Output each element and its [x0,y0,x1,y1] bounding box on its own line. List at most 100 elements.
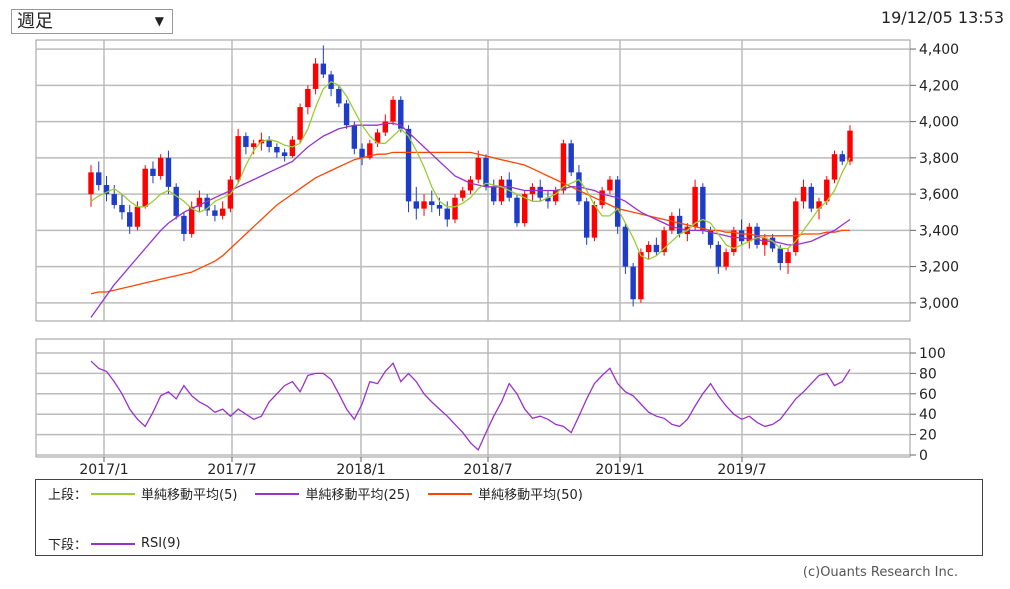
candle-body [188,206,195,234]
legend-item-sma25: 単純移動平均(25) [255,484,410,503]
legend-line-sma5 [91,492,136,495]
candle-body [847,130,853,162]
legend-text-sma25: 単純移動平均(25) [305,488,411,503]
legend-line-rsi [91,542,136,545]
rsi-tick-label: 40 [919,407,937,423]
candle-body [715,244,722,267]
candle-body [359,148,365,158]
candle-body [591,204,598,238]
candle-body [88,172,94,195]
candle-body [212,210,218,216]
candle-body [320,63,327,75]
candle [452,194,458,224]
candle-body [506,179,512,198]
price-tick-label: 3,400 [919,223,959,239]
candle [390,96,396,126]
candle-body [96,172,102,186]
legend-item-rsi: RSI(9) [91,536,181,551]
price-tick-label: 3,000 [919,296,959,312]
candle-body [653,244,660,253]
candle [568,139,574,176]
rsi-tick-label: 60 [919,387,937,403]
candle-body [638,252,644,300]
legend-line-sma25 [255,492,300,495]
candle-body [738,230,745,242]
candle [622,223,629,274]
candle-body [607,179,613,191]
candle [173,183,179,220]
candle-body [614,179,621,227]
candle [522,190,528,227]
candle-body [274,146,280,153]
candle-body [150,168,156,176]
candle-body [467,179,474,191]
candle-body [491,186,497,202]
x-tick-label: 2017/7 [207,462,256,478]
legend-text-sma50: 単純移動平均(50) [478,488,583,503]
candle-body [281,152,288,157]
candle-body [483,157,489,187]
candle-body [669,215,675,231]
candle-body [723,252,729,267]
candle-body [111,194,117,205]
price-tick-label: 4,200 [919,78,959,94]
candle-body [157,157,164,176]
candle-body [514,197,520,224]
copyright-credit: (c)Ouants Research Inc. [802,565,958,580]
candle-body [645,244,652,253]
candle-body [297,107,303,140]
legend-upper-label: 上段： [48,488,88,503]
price-tick-label: 3,600 [919,187,959,203]
legend-upper-row: 上段： 単純移動平均(5) 単純移動平均(25) 単純移動平均(50) [48,484,601,503]
candle-body [700,186,706,231]
legend-lower-label: 下段： [48,538,88,553]
candle-body [475,157,481,180]
candle [808,183,814,213]
legend-line-sma50 [428,492,473,495]
candle-body [119,204,125,213]
candle-body [235,136,241,180]
candle-body [452,197,458,220]
candle [297,103,303,144]
legend-text-sma5: 単純移動平均(5) [141,488,238,503]
price-tick-label: 4,400 [919,42,959,58]
candle-body [444,208,450,220]
candle-body [537,186,543,198]
legend-text-rsi: RSI(9) [141,536,181,551]
x-tick-label: 2018/7 [463,462,512,478]
candle-body [343,103,350,126]
candle-body [243,136,249,147]
x-tick-label: 2018/1 [336,462,385,478]
candle-body [134,206,141,227]
candle [157,154,164,180]
candle-body [421,201,427,209]
candle-body [676,215,683,234]
candle-body [429,201,435,205]
candle-body [839,154,845,162]
candle-body [436,204,443,209]
candle-body [831,154,838,180]
candle-body [800,186,807,202]
candle-body [622,226,629,267]
candle [142,165,148,209]
candle [235,128,241,184]
rsi-tick-label: 20 [919,428,937,444]
candle [731,226,737,256]
candle [614,175,621,234]
legend-box: 上段： 単純移動平均(5) 単純移動平均(25) 単純移動平均(50) 下段： … [35,479,983,556]
candle-body [630,266,636,300]
rsi-tick-label: 100 [919,346,946,362]
candle-body [250,143,257,147]
rsi-tick-label: 80 [919,366,937,382]
candle-body [289,139,296,157]
candle-body [336,88,342,104]
candle-body [312,63,319,89]
candle-body [351,125,358,149]
legend-item-sma50: 単純移動平均(50) [428,484,583,503]
candle-body [142,168,148,207]
candle [793,197,799,256]
candle [405,125,412,213]
candle-body [460,190,466,198]
x-tick-label: 2017/1 [79,462,128,478]
x-tick-label: 2019/7 [717,462,766,478]
